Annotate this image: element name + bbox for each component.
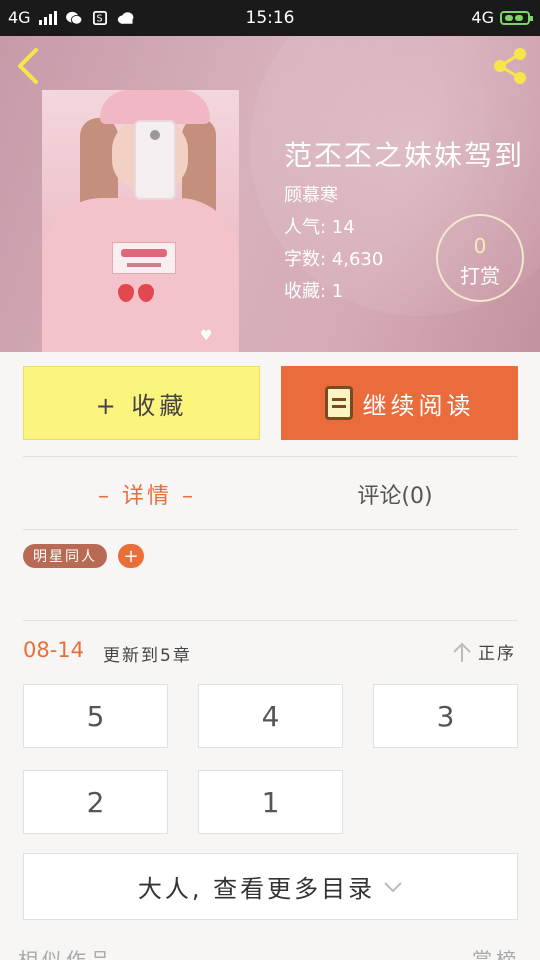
book-popularity: 人气: 14 (284, 217, 355, 238)
more-catalog-label: 大人, 查看更多目录 (137, 875, 376, 903)
book-favorites: 收藏: 1 (284, 281, 344, 302)
arrow-up-icon (453, 642, 471, 662)
status-bar: 4G S 15:16 4G (0, 0, 540, 36)
chapter-button[interactable]: 3 (373, 684, 518, 748)
book-word-count: 字数: 4,630 (284, 249, 384, 270)
tab-detail[interactable]: – 详情 – (23, 458, 271, 530)
update-text: 更新到5章 (103, 646, 192, 666)
chapter-button[interactable]: 5 (23, 684, 168, 748)
sort-label: 正序 (478, 644, 516, 664)
read-button-label: 继续阅读 (362, 391, 475, 420)
favorite-button-label: + 收藏 (95, 391, 188, 420)
tip-label: 打赏 (460, 264, 500, 288)
add-tag-button[interactable]: + (118, 544, 144, 568)
divider (23, 529, 518, 530)
book-title: 范丕丕之妹妹驾到 (284, 139, 525, 172)
tip-button[interactable]: 0 打赏 (436, 214, 524, 302)
tab-comments[interactable]: 评论(0) (271, 458, 519, 530)
back-icon[interactable] (14, 46, 44, 86)
add-to-favorites-button[interactable]: + 收藏 (23, 366, 260, 440)
similar-works-heading: 相似作品 (18, 948, 114, 960)
book-cover-image[interactable]: ♥ (42, 90, 239, 352)
divider (23, 456, 518, 457)
tip-ranking-link[interactable]: 赏榜 (472, 944, 520, 960)
network-indicator-right: 4G (471, 8, 494, 27)
view-more-catalog-button[interactable]: 大人, 查看更多目录 (23, 853, 518, 920)
battery-icon (500, 10, 533, 25)
update-date: 08-14 (23, 638, 85, 662)
book-icon (324, 386, 353, 420)
chapter-button[interactable]: 1 (198, 770, 343, 834)
clock: 15:16 (245, 8, 295, 28)
share-icon[interactable] (488, 46, 530, 86)
chevron-down-icon (384, 881, 402, 892)
book-header: ♥ 范丕丕之妹妹驾到 顾慕寒 人气: 14 字数: 4,630 收藏: 1 0 … (0, 36, 540, 352)
status-right: 4G (471, 8, 533, 27)
book-author[interactable]: 顾慕寒 (284, 181, 338, 207)
continue-reading-button[interactable]: 继续阅读 (281, 366, 518, 440)
chapter-button[interactable]: 2 (23, 770, 168, 834)
genre-tag[interactable]: 明星同人 (23, 544, 107, 568)
divider (23, 620, 518, 621)
chapter-button[interactable]: 4 (198, 684, 343, 748)
sort-order-toggle[interactable]: 正序 (452, 639, 516, 664)
heart-icon: ♥ (200, 328, 213, 344)
tip-count: 0 (473, 234, 487, 258)
